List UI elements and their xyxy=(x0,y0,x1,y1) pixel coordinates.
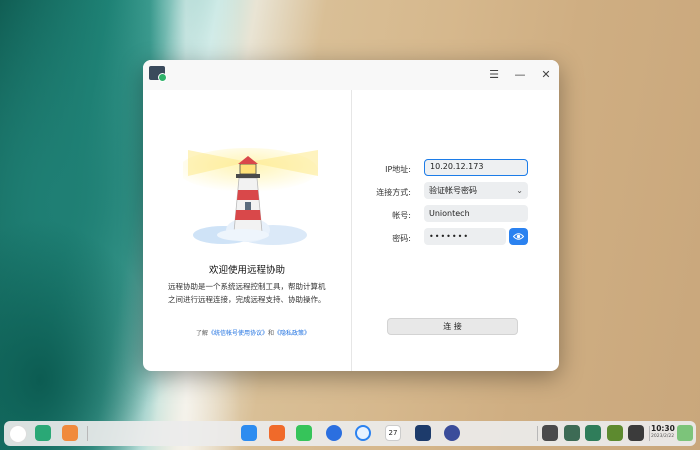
wifi-icon[interactable] xyxy=(585,425,601,441)
chevron-down-icon: ⌄ xyxy=(516,186,523,195)
account-label: 帐号: xyxy=(392,211,411,220)
settings-icon[interactable] xyxy=(444,425,460,441)
app-store-icon[interactable] xyxy=(241,425,257,441)
workspace-icon[interactable] xyxy=(62,425,78,441)
security-center-icon[interactable] xyxy=(326,425,342,441)
notification-icon[interactable] xyxy=(542,425,558,441)
welcome-title: 欢迎使用远程协助 xyxy=(208,265,285,276)
ip-address-input[interactable]: 10.20.12.173 xyxy=(424,159,528,176)
launcher-icon[interactable] xyxy=(9,425,27,443)
power-icon[interactable] xyxy=(628,425,644,441)
taskbar-dock: 27 10:30 2023/2/22 xyxy=(4,421,696,446)
method-label: 连接方式: xyxy=(376,188,411,197)
legal-notice: 了解《统信帐号使用协议》和《隐私政策》 xyxy=(173,328,333,337)
legal-prefix: 了解 xyxy=(195,330,208,337)
music-icon[interactable] xyxy=(296,425,312,441)
title-bar: ☰ — ✕ xyxy=(143,60,559,90)
clock-time[interactable]: 10:30 xyxy=(651,424,675,433)
terminal-icon[interactable] xyxy=(415,425,431,441)
password-label: 密码: xyxy=(392,234,411,243)
multitasking-icon[interactable] xyxy=(35,425,51,441)
remote-assistance-window: ☰ — ✕ 欢迎使用远程协助 远程协助是一个系统远程控制工具，帮助计算机之间进行… xyxy=(143,60,559,371)
account-agreement-link[interactable]: 《统信帐号使用协议》 xyxy=(208,330,268,337)
battery-icon[interactable] xyxy=(607,425,623,441)
calendar-icon[interactable]: 27 xyxy=(385,425,401,441)
remote-assistance-app-icon xyxy=(149,66,167,82)
dock-separator xyxy=(537,426,538,441)
menu-button[interactable]: ☰ xyxy=(484,66,504,84)
file-manager-icon[interactable] xyxy=(269,425,285,441)
lighthouse-illustration xyxy=(183,148,318,245)
dock-separator xyxy=(649,426,650,441)
ip-label: IP地址: xyxy=(385,165,411,174)
account-input[interactable]: Uniontech xyxy=(424,205,528,222)
trash-icon[interactable] xyxy=(677,425,693,441)
connection-method-select[interactable]: 验证帐号密码 ⌄ xyxy=(424,182,528,199)
privacy-policy-link[interactable]: 《隐私政策》 xyxy=(274,330,310,337)
pane-divider xyxy=(351,90,352,371)
welcome-description: 远程协助是一个系统远程控制工具，帮助计算机之间进行远程连接，完成远程支持、协助操… xyxy=(168,282,326,304)
show-password-button[interactable] xyxy=(509,228,528,245)
connect-button[interactable]: 连 接 xyxy=(387,318,518,335)
eye-icon xyxy=(513,233,524,240)
connection-method-value: 验证帐号密码 xyxy=(429,186,477,195)
network-icon[interactable] xyxy=(564,425,580,441)
browser-icon[interactable] xyxy=(355,425,371,441)
close-button[interactable]: ✕ xyxy=(536,66,556,84)
password-input[interactable]: ••••••• xyxy=(424,228,506,245)
clock-date: 2023/2/22 xyxy=(651,434,675,439)
dock-separator xyxy=(87,426,88,441)
minimize-button[interactable]: — xyxy=(510,66,530,84)
